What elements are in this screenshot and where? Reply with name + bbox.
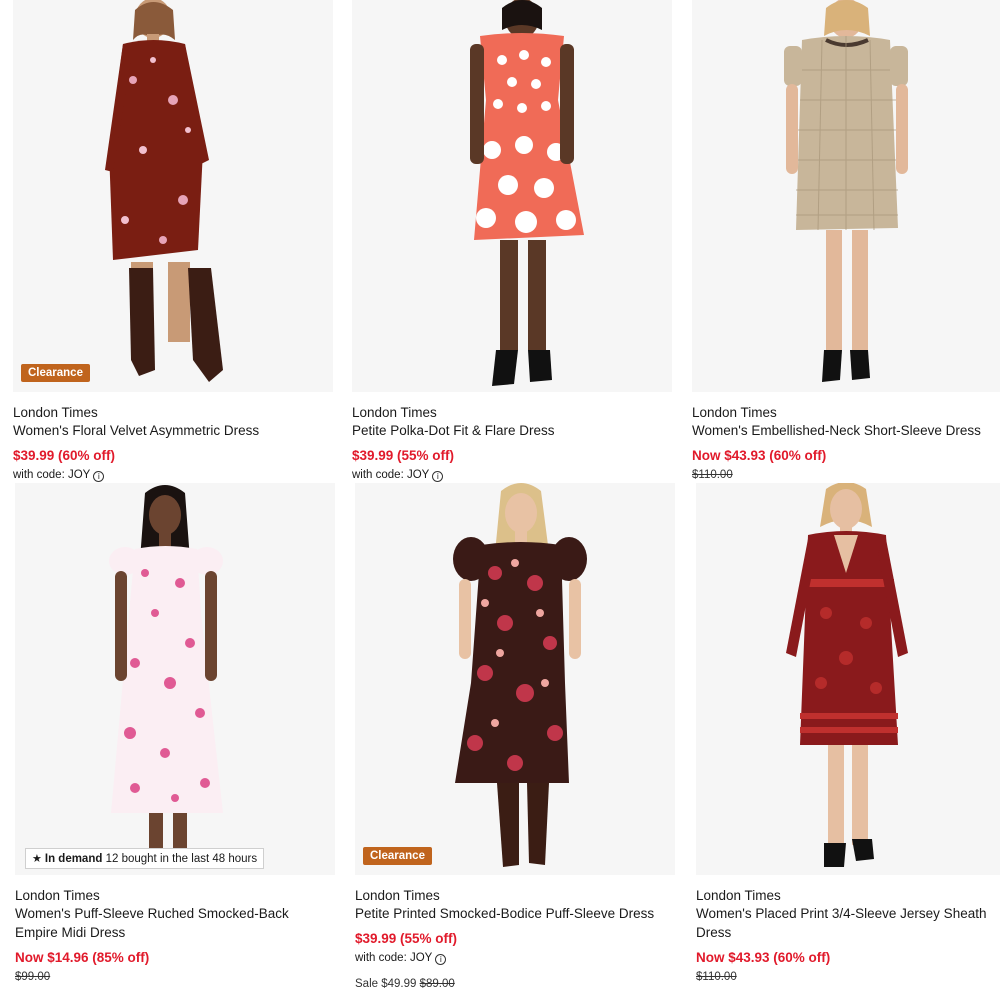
product-price: $39.99 (60% off) — [13, 448, 116, 463]
product-price: Now $14.96 (85% off) — [15, 950, 150, 965]
info-icon[interactable]: i — [93, 471, 105, 482]
product-brand: London Times — [13, 405, 98, 420]
original-price: $110.00 — [692, 469, 733, 481]
promo-code-label: with code: JOY — [355, 952, 433, 964]
product-title[interactable]: Women's Puff-Sleeve Ruched Smocked-Back … — [15, 904, 335, 942]
product-brand: London Times — [696, 888, 781, 903]
original-price: $89.00 — [419, 978, 455, 990]
product-card[interactable]: Clearance London Times Petite Printed Sm… — [355, 483, 675, 992]
info-icon[interactable]: i — [435, 954, 447, 965]
product-image[interactable] — [696, 483, 1000, 875]
product-image[interactable] — [692, 0, 1000, 392]
promo-code-label: with code: JOY — [13, 469, 91, 481]
promo-code-label: with code: JOY — [352, 469, 430, 481]
product-image[interactable] — [352, 0, 672, 392]
product-brand: London Times — [352, 405, 437, 420]
promo-code: with code: JOY i — [13, 467, 333, 483]
product-image[interactable]: ★ In demand 12 bought in the last 48 hour… — [15, 483, 335, 875]
product-price: Now $43.93 (60% off) — [692, 448, 827, 463]
product-image[interactable]: Clearance — [13, 0, 333, 392]
product-card[interactable]: Clearance London Times Women's Floral Ve… — [13, 0, 333, 483]
product-title[interactable]: Women's Floral Velvet Asymmetric Dress — [13, 421, 333, 440]
product-card[interactable]: London Times Petite Polka-Dot Fit & Flar… — [352, 0, 672, 483]
star-icon: ★ — [32, 853, 42, 865]
in-demand-label: In demand — [44, 853, 103, 865]
original-price: $99.00 — [15, 971, 51, 983]
promo-code: with code: JOY i — [355, 950, 675, 966]
product-price: Now $43.93 (60% off) — [696, 950, 831, 965]
in-demand-text: 12 bought in the last 48 hours — [105, 853, 258, 865]
in-demand-badge: ★ In demand 12 bought in the last 48 hour… — [25, 848, 265, 869]
original-price: $110.00 — [696, 971, 737, 983]
product-brand: London Times — [15, 888, 100, 903]
promo-code: with code: JOY i — [352, 467, 672, 483]
info-icon[interactable]: i — [432, 471, 444, 482]
product-price: $39.99 (55% off) — [352, 448, 455, 463]
product-image[interactable]: Clearance — [355, 483, 675, 875]
product-title[interactable]: Petite Polka-Dot Fit & Flare Dress — [352, 421, 672, 440]
product-title[interactable]: Women's Placed Print 3/4-Sleeve Jersey S… — [696, 904, 1000, 942]
clearance-badge: Clearance — [21, 364, 90, 382]
product-brand: London Times — [692, 405, 777, 420]
clearance-badge: Clearance — [363, 847, 432, 865]
product-card[interactable]: ★ In demand 12 bought in the last 48 hour… — [15, 483, 335, 985]
product-card[interactable]: London Times Women's Placed Print 3/4-Sl… — [696, 483, 1000, 985]
product-brand: London Times — [355, 888, 440, 903]
product-title[interactable]: Petite Printed Smocked-Bodice Puff-Sleev… — [355, 904, 675, 923]
sale-price-line: Sale $49.99 $89.00 — [355, 976, 675, 992]
product-card[interactable]: London Times Women's Embellished-Neck Sh… — [692, 0, 1000, 483]
product-title[interactable]: Women's Embellished-Neck Short-Sleeve Dr… — [692, 421, 1000, 440]
product-price: $39.99 (55% off) — [355, 931, 458, 946]
sale-price: Sale $49.99 — [355, 978, 417, 990]
